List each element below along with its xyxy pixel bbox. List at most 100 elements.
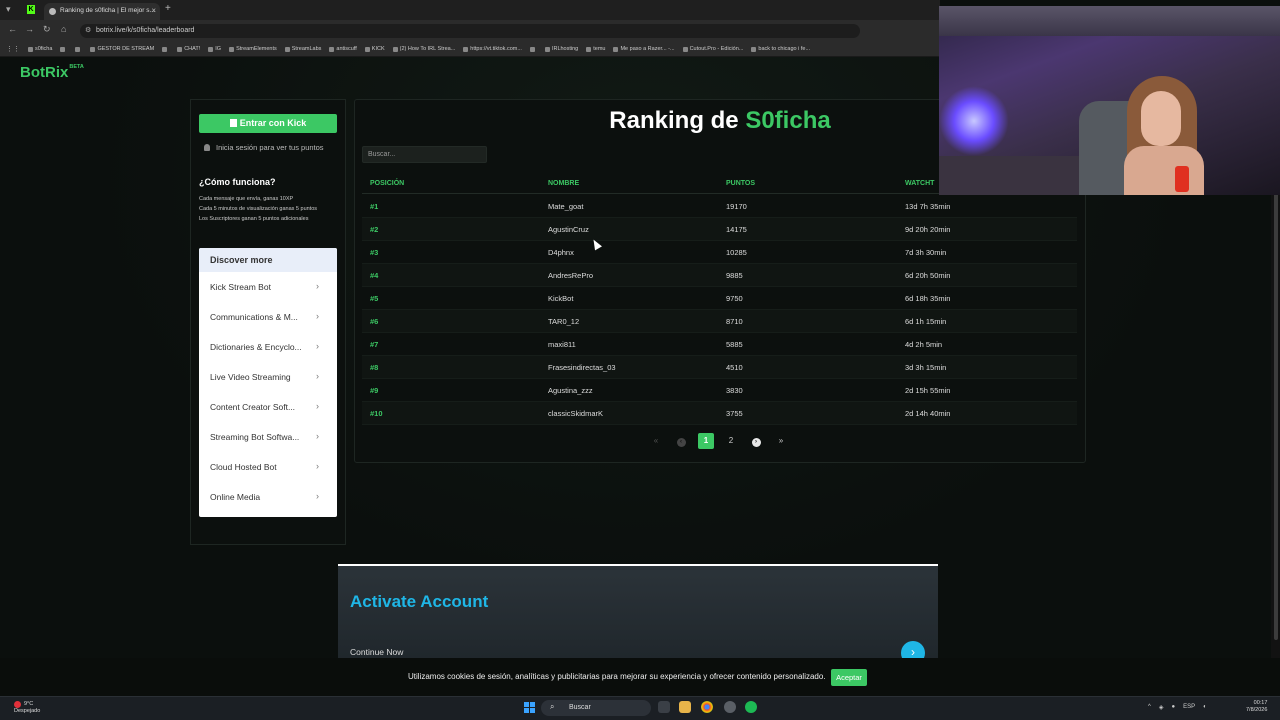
windows-start-icon[interactable] bbox=[524, 702, 535, 713]
apps-icon[interactable]: ⋮⋮ bbox=[6, 45, 20, 53]
bookmark-item[interactable]: https://vt.tiktok.com... bbox=[463, 46, 522, 52]
discover-item[interactable]: Content Creator Soft... › bbox=[199, 392, 337, 422]
first-page-button[interactable]: « bbox=[648, 433, 664, 449]
bookmark-item[interactable]: Me paso a Razer... -... bbox=[613, 46, 675, 52]
bookmark-item[interactable]: IG bbox=[208, 46, 221, 52]
username-cell: AndresRePro bbox=[548, 271, 594, 280]
network-icon[interactable]: ◈ bbox=[1159, 704, 1164, 711]
kick-button-label: Entrar con Kick bbox=[239, 118, 307, 128]
bookmark-item[interactable]: StreamLabs bbox=[284, 46, 321, 52]
points-cell: 19170 bbox=[726, 202, 747, 211]
close-tab-icon[interactable]: × bbox=[151, 6, 156, 15]
rank-cell: #9 bbox=[370, 386, 379, 395]
bookmark-favicon-icon bbox=[392, 46, 398, 52]
bookmark-item[interactable] bbox=[75, 46, 82, 52]
forward-icon[interactable]: → bbox=[25, 24, 34, 34]
bookmark-item[interactable]: antiscuff bbox=[329, 46, 357, 52]
table-row: #3 D4phnx 10285 7d 3h 30min bbox=[362, 241, 1077, 264]
discover-item[interactable]: Streaming Bot Softwa... › bbox=[199, 422, 337, 452]
rank-cell: #6 bbox=[370, 317, 379, 326]
discover-item-label: Communications & M... bbox=[210, 312, 298, 322]
kick-tab-icon[interactable]: K bbox=[27, 5, 35, 14]
rank-cell: #7 bbox=[370, 340, 379, 349]
bookmark-label: StreamElements bbox=[236, 46, 277, 52]
search-input[interactable] bbox=[362, 146, 487, 163]
cookie-text: Utilizamos cookies de sesión, analíticas… bbox=[408, 672, 826, 681]
microphone-icon[interactable]: ● bbox=[1171, 704, 1175, 711]
tray-chevron-icon[interactable]: ^ bbox=[1148, 704, 1151, 711]
bookmark-item[interactable]: StreamElements bbox=[229, 46, 277, 52]
botrix-logo[interactable]: BotRixBETA bbox=[20, 64, 84, 81]
clock[interactable]: 00:17 7/8/2026 bbox=[1246, 700, 1267, 714]
taskbar-search[interactable]: ⌕ Buscar bbox=[541, 700, 651, 716]
column-header-name[interactable]: NOMBRE bbox=[548, 180, 579, 187]
username-cell: Agustina_zzz bbox=[548, 386, 593, 395]
volume-icon[interactable]: ◐ bbox=[1203, 704, 1207, 711]
rank-cell: #2 bbox=[370, 225, 379, 234]
bookmark-item[interactable]: CHAT! bbox=[177, 46, 200, 52]
bookmark-item[interactable]: (2) How To IRL Strea... bbox=[392, 46, 455, 52]
discover-item[interactable]: Cloud Hosted Bot › bbox=[199, 452, 337, 482]
discover-item[interactable]: Kick Stream Bot › bbox=[199, 272, 337, 302]
login-hint-text: Inicia sesión para ver tus puntos bbox=[216, 143, 324, 152]
how-line: Los Suscriptores ganan 5 puntos adiciona… bbox=[199, 216, 309, 222]
system-tray: ^ ◈ ● ESP ◐ bbox=[1148, 704, 1207, 711]
chrome-icon[interactable] bbox=[701, 701, 713, 713]
ad-continue-link[interactable]: Continue Now bbox=[350, 647, 403, 657]
column-header-points[interactable]: PUNTOS bbox=[726, 180, 755, 187]
watchtime-cell: 6d 20h 50min bbox=[905, 271, 951, 280]
discover-item[interactable]: Communications & M... › bbox=[199, 302, 337, 332]
previous-page-button[interactable]: ‹ bbox=[673, 433, 689, 449]
spotify-icon[interactable] bbox=[745, 701, 757, 713]
discover-item[interactable]: Online Media › bbox=[199, 482, 337, 512]
page-1-button[interactable]: 1 bbox=[698, 433, 714, 449]
discover-item-label: Cloud Hosted Bot bbox=[210, 462, 277, 472]
new-tab-icon[interactable]: + bbox=[165, 3, 171, 14]
bookmark-favicon-icon bbox=[586, 46, 592, 52]
browser-tab-active[interactable]: Ranking de s0ficha | El mejor s... × bbox=[44, 3, 160, 20]
discover-item[interactable]: Live Video Streaming › bbox=[199, 362, 337, 392]
language-indicator[interactable]: ESP bbox=[1183, 704, 1195, 711]
bookmark-item[interactable]: GESTOR DE STREAM bbox=[90, 46, 154, 52]
bookmark-item[interactable]: Cutout.Pro - Edición... bbox=[682, 46, 743, 52]
chevron-right-icon: › bbox=[316, 371, 319, 381]
bookmark-item[interactable]: IRLhosting bbox=[544, 46, 578, 52]
bookmark-item[interactable]: temu bbox=[586, 46, 605, 52]
accept-cookies-button[interactable]: Aceptar bbox=[831, 669, 867, 686]
column-header-position[interactable]: POSICIÓN bbox=[370, 180, 404, 187]
rank-cell: #1 bbox=[370, 202, 379, 211]
bookmark-item[interactable] bbox=[60, 46, 67, 52]
tab-search-icon[interactable]: ▾ bbox=[6, 4, 11, 15]
points-cell: 8710 bbox=[726, 317, 743, 326]
bookmark-label: CHAT! bbox=[184, 46, 201, 52]
home-icon[interactable]: ⌂ bbox=[61, 24, 66, 34]
next-page-button[interactable]: › bbox=[748, 433, 764, 449]
last-page-button[interactable]: » bbox=[773, 433, 789, 449]
bookmark-item[interactable]: KICK bbox=[364, 46, 385, 52]
bookmark-item[interactable]: s0ficha bbox=[28, 46, 52, 52]
column-header-watchtime[interactable]: WATCHT bbox=[905, 180, 934, 187]
bookmark-item[interactable] bbox=[529, 46, 537, 52]
bookmark-item[interactable] bbox=[162, 46, 169, 52]
page-2-button[interactable]: 2 bbox=[723, 433, 739, 449]
site-info-icon[interactable]: ⚙ bbox=[85, 26, 91, 34]
reload-icon[interactable]: ↻ bbox=[43, 24, 51, 35]
webcam-ceiling bbox=[939, 6, 1280, 36]
weather-widget[interactable]: 9°C Despejado bbox=[14, 701, 40, 715]
chevron-right-icon: › bbox=[316, 431, 319, 441]
logo-text: BotRix bbox=[20, 64, 69, 81]
bookmark-favicon-icon bbox=[329, 46, 335, 52]
url-field[interactable]: ⚙ botrix.live/k/s0ficha/leaderboard bbox=[80, 24, 860, 38]
login-with-kick-button[interactable]: Entrar con Kick bbox=[199, 114, 337, 133]
bookmark-item[interactable]: back to chicago i fe... bbox=[751, 46, 810, 52]
rank-cell: #10 bbox=[370, 409, 383, 418]
bookmark-label: IG bbox=[215, 46, 222, 52]
back-icon[interactable]: ← bbox=[8, 24, 17, 34]
file-explorer-icon[interactable] bbox=[679, 701, 691, 713]
discover-item[interactable]: Dictionaries & Encyclo... › bbox=[199, 332, 337, 362]
app-icon[interactable] bbox=[724, 701, 736, 713]
bookmark-favicon-icon bbox=[682, 46, 688, 52]
username-cell: AgustinCruz bbox=[548, 225, 589, 234]
task-view-icon[interactable] bbox=[658, 701, 670, 713]
how-line: Cada mensaje que envía, ganas 10XP bbox=[199, 196, 294, 202]
